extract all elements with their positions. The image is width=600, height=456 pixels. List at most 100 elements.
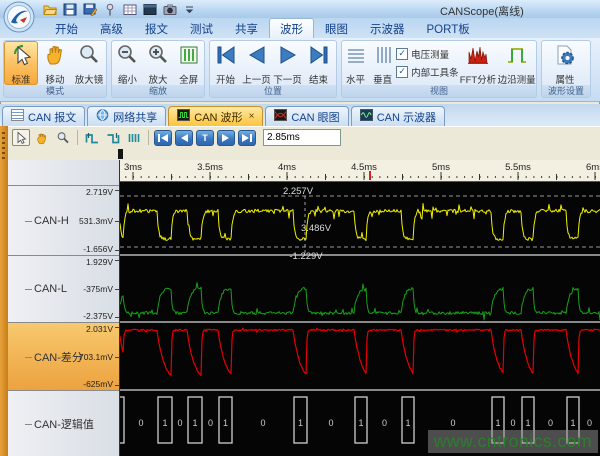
- pan-hand-button[interactable]: [33, 129, 51, 146]
- ribbon-group-body: 缩小放大全屏: [112, 41, 204, 85]
- multi-edge-button[interactable]: [125, 129, 143, 146]
- logic-bit-value: 1: [223, 418, 228, 428]
- checkbox-box[interactable]: ✓: [396, 48, 408, 60]
- icon-first: [214, 43, 238, 72]
- doc-tab-CAN-示波器[interactable]: CAN 示波器: [351, 106, 445, 126]
- go-first-button[interactable]: [154, 130, 172, 146]
- scale-tick: [115, 221, 119, 222]
- go-prev-button[interactable]: [175, 130, 193, 146]
- window-button[interactable]: [142, 2, 157, 16]
- checkbox-电压测量[interactable]: ✓电压测量: [396, 47, 459, 61]
- toolbar-separator: [77, 130, 78, 145]
- ribbon-tab-高级[interactable]: 高级: [89, 18, 134, 38]
- ribbon-button-全屏[interactable]: 全屏: [173, 41, 204, 85]
- ribbon-button-label: 下一页: [273, 72, 302, 86]
- icon-cursor: [9, 43, 33, 72]
- ribbon-button-放大镜[interactable]: 放大镜: [72, 41, 106, 85]
- time-position-input[interactable]: [263, 129, 341, 146]
- grid-icon: [123, 3, 137, 16]
- magnifier-icon: [56, 131, 70, 145]
- ribbon-button-label: 上一页: [242, 72, 271, 86]
- channel-scale-bot: -2.375V: [83, 311, 113, 321]
- ribbon-button-水平[interactable]: 水平: [342, 41, 369, 85]
- ribbon-button-标准[interactable]: 标准: [4, 41, 38, 85]
- ribbon-button-缩小[interactable]: 缩小: [112, 41, 143, 85]
- save-button[interactable]: [62, 2, 77, 16]
- channel-connector: [25, 424, 32, 425]
- ribbon-group-缩放: 缩小放大全屏缩放: [111, 40, 205, 98]
- app-logo-icon[interactable]: [3, 1, 35, 33]
- channel-row-CAN-差分[interactable]: CAN-差分2.031V703.1mV-625mV: [8, 322, 119, 390]
- checkbox-label: 内部工具条: [411, 65, 459, 79]
- rising-edge-button[interactable]: [83, 129, 101, 146]
- ribbon-tab-波形[interactable]: 波形: [269, 18, 314, 38]
- ribbon-button-放大[interactable]: 放大: [143, 41, 174, 85]
- waveform-plot[interactable]: 01010101010101010102.257V3.486V-1.229V: [120, 182, 600, 456]
- ribbon-button-上一页[interactable]: 上一页: [241, 41, 272, 85]
- ribbon-tab-示波器[interactable]: 示波器: [359, 18, 416, 38]
- close-tab-icon[interactable]: ×: [249, 111, 255, 122]
- ribbon-tab-开始[interactable]: 开始: [44, 18, 89, 38]
- channel-scale-bot: -625mV: [83, 379, 113, 389]
- channel-scale-mid: -375mV: [83, 284, 113, 294]
- ribbon-group-label: 缩放: [112, 85, 204, 97]
- ribbon-button-边沿测量[interactable]: 边沿测量: [497, 41, 536, 85]
- ribbon-tab-眼图[interactable]: 眼图: [314, 18, 359, 38]
- ribbon-tab-PORT板[interactable]: PORT板: [416, 18, 481, 38]
- logic-bit-value: 0: [138, 418, 143, 428]
- falling-edge-button[interactable]: [104, 129, 122, 146]
- logic-bit-value: 0: [587, 418, 592, 428]
- go-trigger-button[interactable]: T: [196, 130, 214, 146]
- channel-scale-top: 1.929V: [86, 257, 113, 267]
- doc-tab-CAN-报文[interactable]: CAN 报文: [2, 106, 85, 126]
- zoom-lens-button[interactable]: [54, 129, 72, 146]
- svg-text:4ms: 4ms: [278, 162, 296, 173]
- doc-tab-网络共享[interactable]: 网络共享: [87, 106, 166, 126]
- ribbon-button-FFT分析[interactable]: FFT分析: [459, 41, 498, 85]
- channel-row-CAN-H[interactable]: CAN-H2.719V531.3mV-1.656V: [8, 185, 119, 255]
- ribbon-group-label: 模式: [4, 85, 106, 97]
- ribbon-group-label: 视图: [342, 85, 536, 97]
- ribbon-button-属性[interactable]: 属性: [542, 41, 588, 85]
- pin-button[interactable]: [102, 2, 117, 16]
- ribbon-button-开始[interactable]: 开始: [210, 41, 241, 85]
- ribbon-button-垂直[interactable]: 垂直: [369, 41, 396, 85]
- title-bar: CANScope(离线): [0, 0, 600, 19]
- ribbon-group-视图: 水平垂直✓电压测量✓内部工具条FFT分析边沿测量视图: [341, 40, 537, 98]
- ribbon-group-body: 标准移动放大镜: [4, 41, 106, 85]
- ribbon-tab-报文[interactable]: 报文: [134, 18, 179, 38]
- channel-row-CAN-逻辑值[interactable]: CAN-逻辑值: [8, 390, 119, 456]
- logic-bit-value: 1: [495, 418, 500, 428]
- left-panel-strip[interactable]: [0, 126, 8, 456]
- pane-splitter-marker[interactable]: [118, 149, 123, 159]
- doc-tab-label: CAN 报文: [28, 109, 76, 125]
- select-cursor-button[interactable]: [12, 129, 30, 146]
- grip-dots: [2, 132, 5, 162]
- qat-customize-arrow-icon[interactable]: [182, 2, 197, 16]
- open-button[interactable]: [42, 2, 57, 16]
- scale-tick: [115, 250, 119, 251]
- ribbon-tab-测试[interactable]: 测试: [179, 18, 224, 38]
- ribbon-button-结束[interactable]: 结束: [303, 41, 334, 85]
- ribbon-tab-共享[interactable]: 共享: [224, 18, 269, 38]
- checkbox-内部工具条[interactable]: ✓内部工具条: [396, 65, 459, 79]
- channel-row-CAN-L[interactable]: CAN-L1.929V-375mV-2.375V: [8, 255, 119, 322]
- logic-bit-value: 0: [260, 418, 265, 428]
- scale-tick: [115, 385, 119, 386]
- ribbon-group-模式: 标准移动放大镜模式: [3, 40, 107, 98]
- save-as-button[interactable]: [82, 2, 97, 16]
- grid-button[interactable]: [122, 2, 137, 16]
- go-next-button[interactable]: [217, 130, 235, 146]
- ribbon-button-label: 边沿测量: [498, 72, 536, 86]
- snapshot-button[interactable]: [162, 2, 177, 16]
- ribbon-button-移动[interactable]: 移动: [38, 41, 72, 85]
- doc-tab-CAN-波形[interactable]: CAN 波形×: [168, 106, 263, 126]
- icon-magnifier: [77, 43, 101, 72]
- checkbox-box[interactable]: ✓: [396, 66, 408, 78]
- open-icon: [43, 3, 57, 16]
- go-last-button[interactable]: [238, 130, 256, 146]
- ribbon-group-位置: 开始上一页下一页结束位置: [209, 40, 337, 98]
- time-ruler[interactable]: 3ms3.5ms4ms4.5ms5ms5.5ms6ms: [120, 160, 600, 182]
- doc-tab-CAN-眼图[interactable]: CAN 眼图: [265, 106, 348, 126]
- ribbon-button-下一页[interactable]: 下一页: [272, 41, 303, 85]
